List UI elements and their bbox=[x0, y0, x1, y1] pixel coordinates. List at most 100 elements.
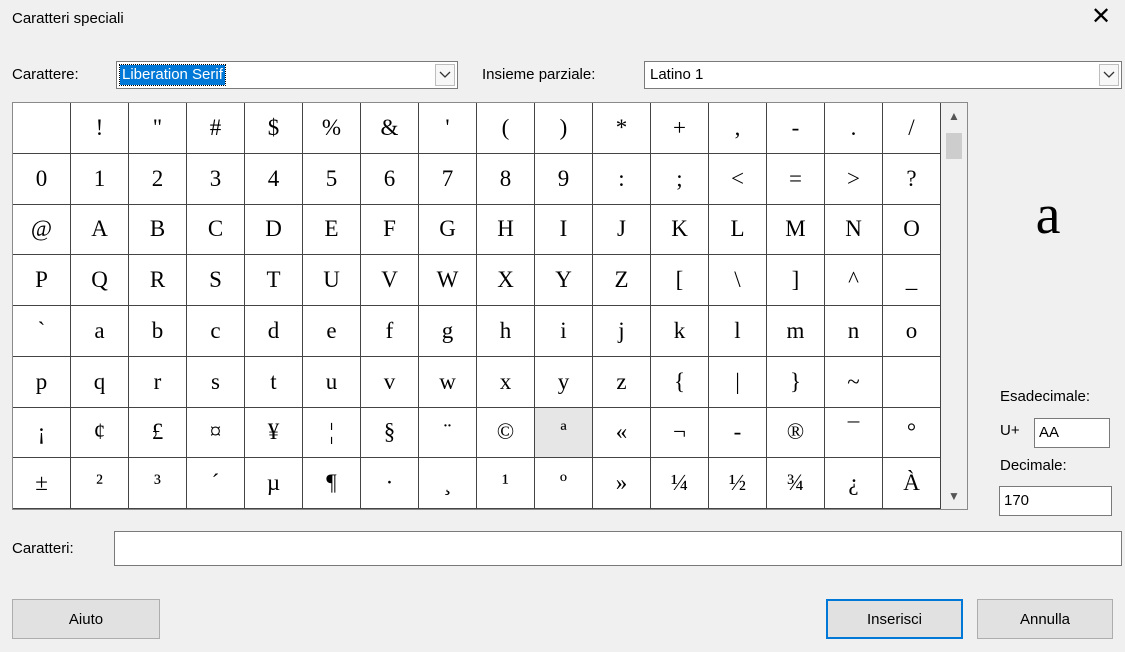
char-cell[interactable]: " bbox=[129, 103, 187, 154]
char-cell[interactable]: ¦ bbox=[303, 407, 361, 459]
char-cell[interactable]: g bbox=[419, 306, 477, 357]
char-cell[interactable]: m bbox=[767, 306, 825, 357]
char-cell[interactable]: ± bbox=[13, 458, 71, 509]
char-cell[interactable]: T bbox=[245, 255, 303, 306]
char-cell[interactable]: ¸ bbox=[419, 458, 477, 509]
char-cell[interactable]: » bbox=[593, 458, 651, 509]
char-cell[interactable]: b bbox=[129, 306, 187, 357]
char-cell[interactable]: 8 bbox=[477, 153, 535, 205]
char-cell[interactable]: J bbox=[593, 204, 651, 256]
char-cell[interactable]: Q bbox=[71, 255, 129, 306]
font-combobox[interactable]: Liberation Serif bbox=[116, 61, 458, 89]
char-cell[interactable]: ¨ bbox=[419, 407, 477, 459]
close-icon[interactable]: ✕ bbox=[1087, 4, 1115, 30]
char-cell[interactable]: B bbox=[129, 204, 187, 256]
char-cell[interactable]: K bbox=[651, 204, 709, 256]
char-cell[interactable] bbox=[13, 103, 71, 154]
char-cell[interactable]: > bbox=[825, 153, 883, 205]
char-cell[interactable]: = bbox=[767, 153, 825, 205]
char-cell[interactable]: ) bbox=[535, 103, 593, 154]
char-cell[interactable]: © bbox=[477, 407, 535, 459]
char-cell[interactable]: | bbox=[709, 356, 767, 408]
char-cell[interactable]: j bbox=[593, 306, 651, 357]
scroll-thumb[interactable] bbox=[946, 133, 962, 159]
char-cell[interactable]: p bbox=[13, 356, 71, 408]
char-cell[interactable]: x bbox=[477, 356, 535, 408]
char-cell[interactable]: 2 bbox=[129, 153, 187, 205]
scroll-down-icon[interactable]: ▼ bbox=[941, 485, 967, 507]
char-cell[interactable]: ½ bbox=[709, 458, 767, 509]
char-cell[interactable]: 3 bbox=[187, 153, 245, 205]
char-cell[interactable]: Z bbox=[593, 255, 651, 306]
char-cell[interactable]: $ bbox=[245, 103, 303, 154]
insert-button[interactable]: Inserisci bbox=[826, 599, 963, 639]
char-cell[interactable]: ! bbox=[71, 103, 129, 154]
char-cell[interactable]: M bbox=[767, 204, 825, 256]
char-cell[interactable]: 1 bbox=[71, 153, 129, 205]
char-cell[interactable]: r bbox=[129, 356, 187, 408]
char-cell[interactable]: µ bbox=[245, 458, 303, 509]
chevron-down-icon[interactable] bbox=[435, 64, 455, 86]
char-cell[interactable]: ¢ bbox=[71, 407, 129, 459]
char-cell[interactable]: + bbox=[651, 103, 709, 154]
char-cell[interactable]: c bbox=[187, 306, 245, 357]
char-cell[interactable]: k bbox=[651, 306, 709, 357]
char-cell[interactable]: 0 bbox=[13, 153, 71, 205]
char-cell[interactable]: ¡ bbox=[13, 407, 71, 459]
char-cell[interactable]: [ bbox=[651, 255, 709, 306]
char-cell[interactable]: ´ bbox=[187, 458, 245, 509]
char-cell[interactable]: t bbox=[245, 356, 303, 408]
char-cell[interactable]: ^ bbox=[825, 255, 883, 306]
char-cell[interactable]: ~ bbox=[825, 356, 883, 408]
char-cell[interactable] bbox=[883, 356, 941, 408]
char-cell[interactable]: ° bbox=[883, 407, 941, 459]
char-cell[interactable]: Y bbox=[535, 255, 593, 306]
cancel-button[interactable]: Annulla bbox=[977, 599, 1113, 639]
char-cell[interactable]: D bbox=[245, 204, 303, 256]
character-grid[interactable]: ! " # $% & '() * +, -./0 1 2 3 4 5 6 7 8 9:; < = >? @ A B C D E F G H… bbox=[12, 102, 941, 510]
char-cell[interactable]: ¶ bbox=[303, 458, 361, 509]
char-cell[interactable]: N bbox=[825, 204, 883, 256]
char-cell[interactable]: / bbox=[883, 103, 941, 154]
char-cell[interactable]: } bbox=[767, 356, 825, 408]
char-cell[interactable]: % bbox=[303, 103, 361, 154]
char-cell[interactable]: o bbox=[883, 306, 941, 357]
char-cell[interactable]: \ bbox=[709, 255, 767, 306]
char-cell[interactable]: W bbox=[419, 255, 477, 306]
char-cell[interactable]: C bbox=[187, 204, 245, 256]
char-cell[interactable]: · bbox=[361, 458, 419, 509]
char-cell[interactable]: e bbox=[303, 306, 361, 357]
char-cell[interactable]: S bbox=[187, 255, 245, 306]
char-cell[interactable]: s bbox=[187, 356, 245, 408]
char-cell[interactable]: O bbox=[883, 204, 941, 256]
char-cell[interactable]: d bbox=[245, 306, 303, 357]
char-cell[interactable]: 6 bbox=[361, 153, 419, 205]
char-cell[interactable]: : bbox=[593, 153, 651, 205]
char-cell[interactable]: ¾ bbox=[767, 458, 825, 509]
char-cell[interactable]: G bbox=[419, 204, 477, 256]
char-cell[interactable]: # bbox=[187, 103, 245, 154]
char-cell[interactable]: P bbox=[13, 255, 71, 306]
char-cell[interactable]: n bbox=[825, 306, 883, 357]
char-cell[interactable]: F bbox=[361, 204, 419, 256]
char-cell[interactable]: 4 bbox=[245, 153, 303, 205]
char-cell[interactable]: 9 bbox=[535, 153, 593, 205]
char-cell[interactable]: ¤ bbox=[187, 407, 245, 459]
char-cell[interactable]: X bbox=[477, 255, 535, 306]
hex-input[interactable]: AA bbox=[1034, 418, 1110, 448]
char-cell[interactable]: « bbox=[593, 407, 651, 459]
char-cell[interactable]: L bbox=[709, 204, 767, 256]
char-cell[interactable]: 5 bbox=[303, 153, 361, 205]
char-cell[interactable]: ® bbox=[767, 407, 825, 459]
char-cell[interactable]: V bbox=[361, 255, 419, 306]
help-button[interactable]: Aiuto bbox=[12, 599, 160, 639]
char-cell[interactable]: y bbox=[535, 356, 593, 408]
char-cell[interactable]: ³ bbox=[129, 458, 187, 509]
char-cell[interactable]: ¹ bbox=[477, 458, 535, 509]
char-cell[interactable]: U bbox=[303, 255, 361, 306]
char-cell[interactable]: ¯ bbox=[825, 407, 883, 459]
char-cell[interactable]: ` bbox=[13, 306, 71, 357]
char-cell[interactable]: l bbox=[709, 306, 767, 357]
char-cell[interactable]: - bbox=[709, 407, 767, 459]
char-cell[interactable]: h bbox=[477, 306, 535, 357]
